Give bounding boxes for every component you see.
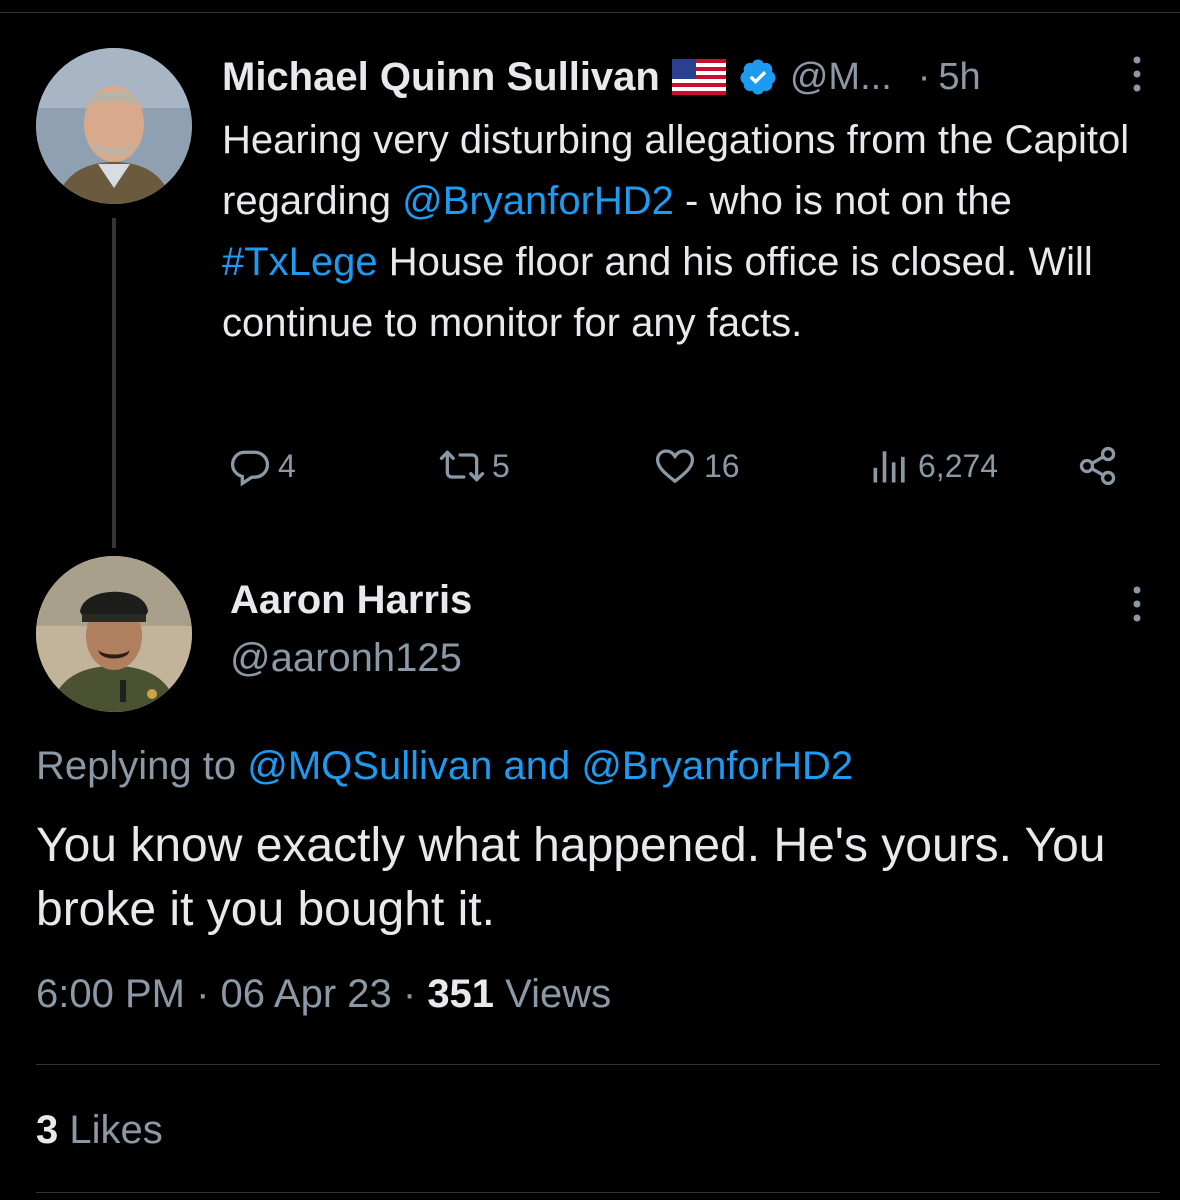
separator-dot: ·: [391, 972, 428, 1016]
like-count: 16: [704, 447, 740, 484]
tweet-time[interactable]: 6:00 PM: [36, 972, 185, 1016]
mention-link[interactable]: @BryanforHD2: [402, 179, 674, 223]
avatar-photo: [36, 556, 192, 712]
replying-to-mentions[interactable]: @MQSullivan and @BryanforHD2: [247, 744, 853, 788]
tweet-meta: 6:00 PM · 06 Apr 23 · 351 Views: [36, 972, 611, 1017]
views-count: 351: [427, 972, 495, 1016]
views-label: Views: [494, 972, 612, 1016]
likes-summary[interactable]: 3 Likes: [36, 1108, 163, 1153]
like-button[interactable]: 16: [652, 440, 740, 492]
parent-tweet-header: Michael Quinn Sullivan @M... · 5h: [222, 50, 1152, 104]
analytics-bars-icon: [873, 451, 905, 483]
author-handle[interactable]: @M...: [790, 56, 892, 99]
tweet-date[interactable]: 06 Apr 23: [221, 972, 392, 1016]
share-button[interactable]: [1076, 440, 1120, 492]
likes-label: Likes: [58, 1108, 163, 1152]
hashtag-link[interactable]: #TxLege: [222, 240, 378, 284]
author-name[interactable]: Michael Quinn Sullivan: [222, 55, 660, 100]
separator-dot: ·: [917, 55, 931, 98]
replying-to: Replying to @MQSullivan and @BryanforHD2: [36, 744, 853, 789]
reply-author-handle[interactable]: @aaronh125: [230, 636, 462, 681]
verified-badge-icon: [738, 57, 778, 97]
more-options-icon[interactable]: [1122, 52, 1152, 96]
reply-icon: [230, 450, 270, 487]
share-icon: [1079, 446, 1116, 486]
heart-icon: [655, 449, 695, 484]
reply-tweet-text: You know exactly what happened. He's you…: [36, 819, 1106, 936]
retweet-count: 5: [492, 447, 510, 484]
tweet-timestamp[interactable]: 5h: [938, 56, 980, 99]
retweet-icon: [439, 450, 485, 482]
more-options-icon[interactable]: [1122, 582, 1152, 626]
views-count: 6,274: [918, 447, 999, 484]
avatar-photo: [36, 48, 192, 204]
reply-count: 4: [278, 447, 296, 484]
avatar[interactable]: [36, 48, 192, 204]
replying-to-label: Replying to: [36, 744, 248, 788]
us-flag-icon: [671, 59, 726, 95]
tweet-text: Hearing very disturbing allegations from…: [222, 110, 1162, 354]
thread-line: [112, 218, 116, 548]
likes-count: 3: [36, 1108, 59, 1152]
separator-dot: ·: [184, 972, 221, 1016]
tweet-text-part: - who is not on the: [673, 179, 1012, 223]
retweet-button[interactable]: 5: [438, 440, 510, 492]
top-divider: [0, 12, 1180, 13]
views-button[interactable]: 6,274: [868, 440, 998, 492]
reply-author-name[interactable]: Aaron Harris: [230, 578, 472, 623]
divider: [36, 1192, 1160, 1193]
avatar[interactable]: [36, 556, 192, 712]
reply-button[interactable]: 4: [228, 440, 296, 492]
divider: [36, 1064, 1160, 1065]
